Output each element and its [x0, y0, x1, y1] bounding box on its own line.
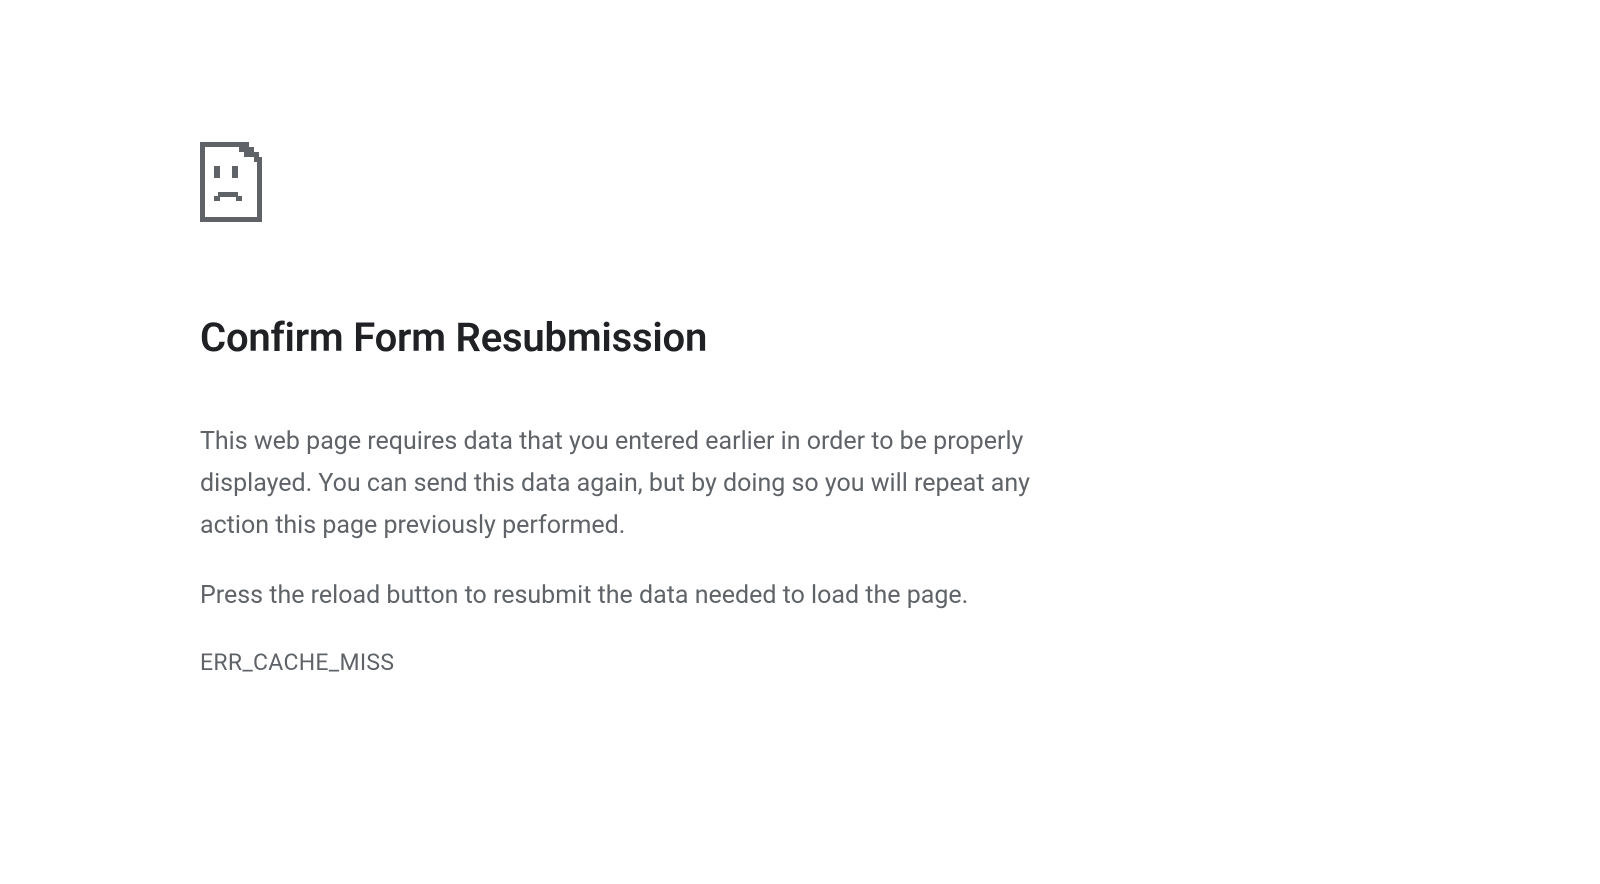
page-heading: Confirm Form Resubmission: [200, 314, 1040, 361]
sad-page-icon-wrap: [200, 142, 1040, 222]
error-page-container: Confirm Form Resubmission This web page …: [0, 0, 1240, 676]
sad-page-icon: [200, 142, 1040, 222]
explanation-paragraph-2: Press the reload button to resubmit the …: [200, 575, 1040, 617]
explanation-paragraph-1: This web page requires data that you ent…: [200, 421, 1040, 547]
error-code: ERR_CACHE_MISS: [200, 649, 1040, 676]
